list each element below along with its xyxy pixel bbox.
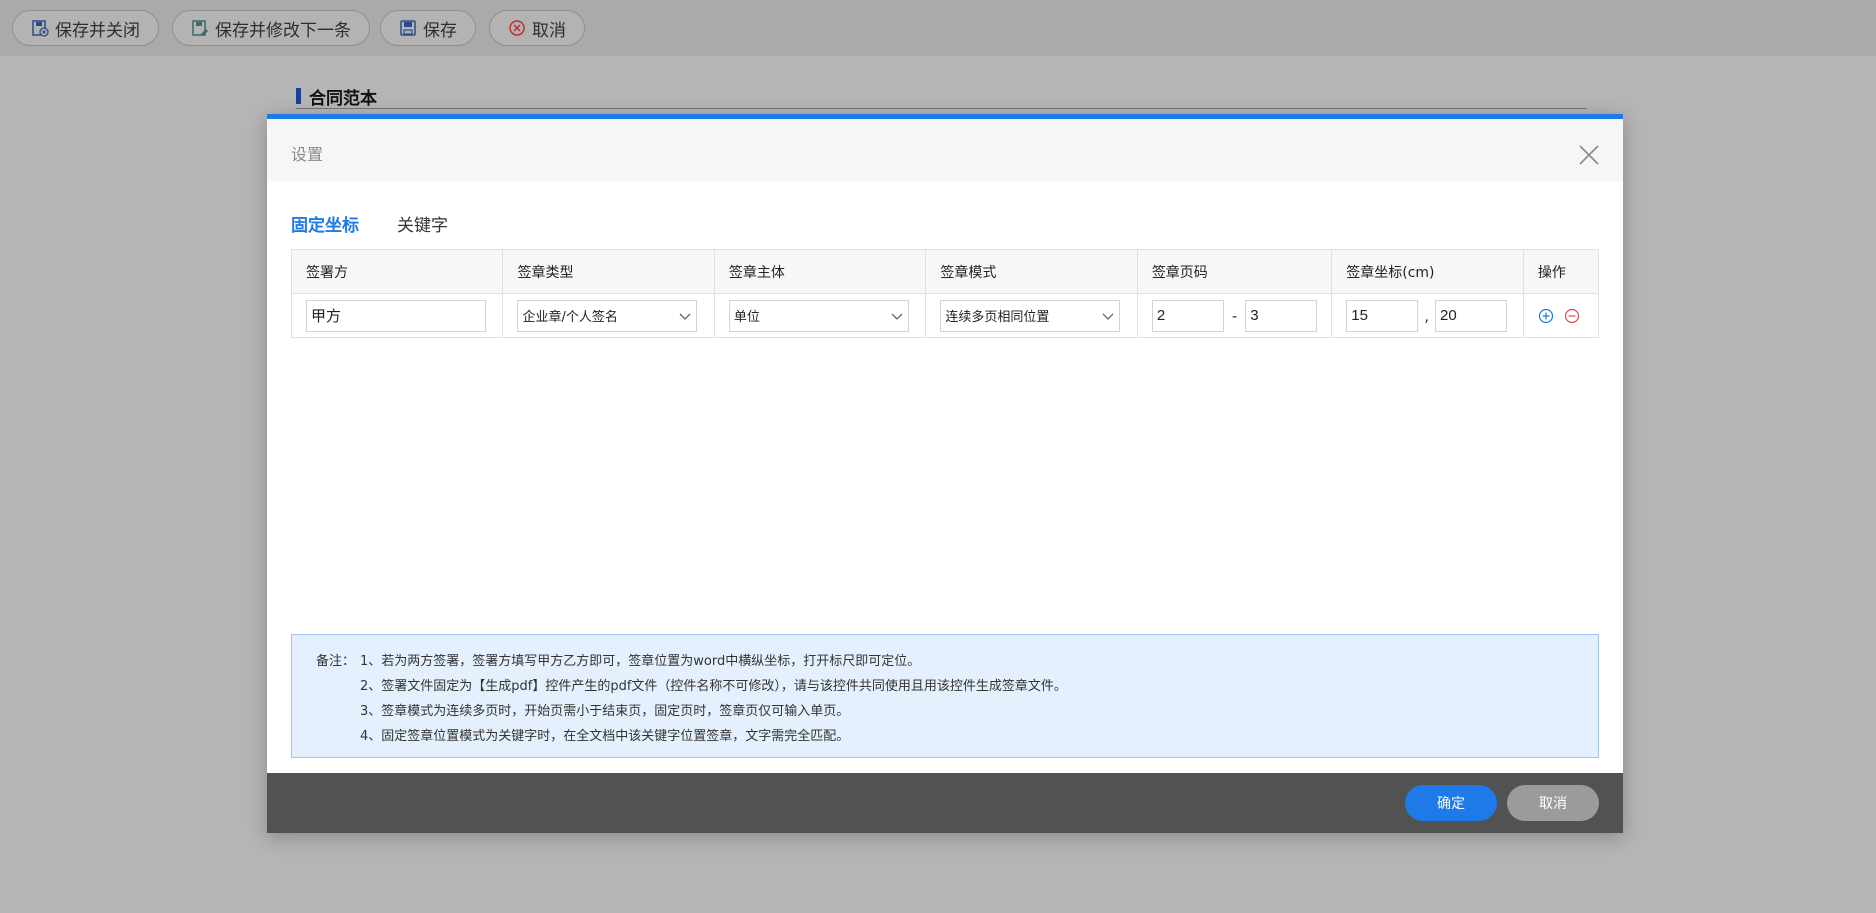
chevron-down-icon bbox=[1102, 313, 1114, 320]
page-range-separator: - bbox=[1231, 306, 1238, 325]
row-actions bbox=[1538, 308, 1584, 324]
page-title: 合同范本 bbox=[296, 84, 377, 109]
remove-circle-icon[interactable] bbox=[1564, 308, 1580, 324]
coord-y-input[interactable]: 20 bbox=[1435, 299, 1508, 332]
page-divider bbox=[296, 108, 1587, 109]
col-signer: 签署方 bbox=[290, 249, 504, 294]
signature-table: 签署方 签章类型 签章主体 签章模式 签章页码 签章坐标(cm) 操作 甲方 企… bbox=[290, 249, 1600, 338]
coordinate-pair: 15 , 20 bbox=[1346, 299, 1509, 332]
page-from-input[interactable]: 2 bbox=[1151, 299, 1224, 332]
col-actions: 操作 bbox=[1522, 249, 1600, 294]
seal-subject-value: 单位 bbox=[733, 310, 760, 325]
notes-panel: 备注： 1、若为两方签署，签署方填写甲方乙方即可，签章位置为word中横纵坐标，… bbox=[291, 634, 1599, 758]
col-seal-subject: 签章主体 bbox=[713, 249, 927, 294]
save-edit-icon bbox=[192, 20, 208, 36]
note-text: 3、签章模式为连续多页时，开始页需小于结束页，固定页时，签章页仅可输入单页。 bbox=[360, 704, 850, 719]
seal-type-select[interactable]: 企业章/个人签名 bbox=[517, 299, 698, 332]
page-to-input[interactable]: 3 bbox=[1245, 299, 1318, 332]
tab-fixed-coordinates[interactable]: 固定坐标 bbox=[291, 211, 359, 252]
col-seal-mode: 签章模式 bbox=[925, 249, 1138, 294]
seal-mode-value: 连续多页相同位置 bbox=[945, 310, 1050, 325]
signer-input[interactable]: 甲方 bbox=[306, 299, 486, 332]
save-label: 保存 bbox=[423, 20, 457, 41]
col-seal-coords: 签章坐标(cm) bbox=[1331, 249, 1524, 294]
cell-seal-mode: 连续多页相同位置 bbox=[925, 293, 1138, 338]
table-header-row: 签署方 签章类型 签章主体 签章模式 签章页码 签章坐标(cm) 操作 bbox=[290, 249, 1600, 294]
dialog-title: 设置 bbox=[291, 145, 324, 164]
confirm-button[interactable]: 确定 bbox=[1405, 785, 1497, 821]
dialog-footer: 确定 取消 bbox=[267, 773, 1623, 833]
cell-seal-type: 企业章/个人签名 bbox=[502, 293, 715, 338]
save-edit-next-label: 保存并修改下一条 bbox=[215, 20, 351, 41]
chevron-down-icon bbox=[891, 313, 903, 320]
save-close-label: 保存并关闭 bbox=[55, 20, 140, 41]
cancel-button[interactable]: 取消 bbox=[1507, 785, 1599, 821]
cancel-icon bbox=[509, 20, 525, 36]
note-line: 3、签章模式为连续多页时，开始页需小于结束页，固定页时，签章页仅可输入单页。 bbox=[316, 699, 1598, 724]
page-range: 2 - 3 bbox=[1151, 299, 1318, 332]
seal-type-value: 企业章/个人签名 bbox=[522, 310, 618, 325]
chevron-down-icon bbox=[679, 313, 691, 320]
note-line: 2、签署文件固定为【生成pdf】控件产生的pdf文件（控件名称不可修改），请与该… bbox=[316, 674, 1598, 699]
cell-seal-subject: 单位 bbox=[713, 293, 927, 338]
note-text: 2、签署文件固定为【生成pdf】控件产生的pdf文件（控件名称不可修改），请与该… bbox=[360, 679, 1067, 694]
save-icon bbox=[400, 20, 416, 36]
cancel-toolbar-button[interactable]: 取消 bbox=[489, 10, 585, 46]
close-icon[interactable] bbox=[1577, 143, 1601, 167]
table-row: 甲方 企业章/个人签名 单位 连续多页相同位置 2 - 3 15 , 20 bbox=[290, 293, 1600, 338]
seal-subject-select[interactable]: 单位 bbox=[728, 299, 909, 332]
seal-mode-select[interactable]: 连续多页相同位置 bbox=[940, 299, 1121, 332]
cancel-toolbar-label: 取消 bbox=[532, 20, 566, 41]
cell-seal-pages: 2 - 3 bbox=[1136, 293, 1333, 338]
note-line: 备注： 1、若为两方签署，签署方填写甲方乙方即可，签章位置为word中横纵坐标，… bbox=[316, 649, 1598, 674]
coord-x-input[interactable]: 15 bbox=[1346, 299, 1419, 332]
cell-actions bbox=[1522, 293, 1600, 338]
col-seal-pages: 签章页码 bbox=[1136, 249, 1333, 294]
note-text: 1、若为两方签署，签署方填写甲方乙方即可，签章位置为word中横纵坐标，打开标尺… bbox=[360, 654, 921, 669]
add-circle-icon[interactable] bbox=[1538, 308, 1554, 324]
note-line: 4、固定签章位置模式为关键字时，在全文档中该关键字位置签章，文字需完全匹配。 bbox=[316, 724, 1598, 749]
notes-label: 备注： bbox=[316, 654, 356, 669]
save-button[interactable]: 保存 bbox=[380, 10, 476, 46]
title-accent-bar bbox=[296, 88, 301, 104]
col-seal-type: 签章类型 bbox=[502, 249, 715, 294]
tab-keyword[interactable]: 关键字 bbox=[397, 211, 448, 250]
settings-dialog: 设置 固定坐标 关键字 签署方 签章类型 签章主体 签章模式 签章页码 签章坐标… bbox=[267, 114, 1623, 833]
cell-seal-coords: 15 , 20 bbox=[1331, 293, 1524, 338]
top-toolbar: 保存并关闭 保存并修改下一条 保存 取消 bbox=[0, 0, 1876, 56]
cell-signer: 甲方 bbox=[290, 293, 504, 338]
save-close-button[interactable]: 保存并关闭 bbox=[12, 10, 159, 46]
save-close-icon bbox=[32, 20, 49, 37]
note-text: 4、固定签章位置模式为关键字时，在全文档中该关键字位置签章，文字需完全匹配。 bbox=[360, 729, 850, 744]
save-edit-next-button[interactable]: 保存并修改下一条 bbox=[172, 10, 370, 46]
coord-separator: , bbox=[1424, 306, 1430, 325]
dialog-header: 设置 bbox=[267, 119, 1623, 181]
page-title-text: 合同范本 bbox=[309, 88, 377, 109]
tab-bar: 固定坐标 关键字 bbox=[291, 191, 1599, 252]
